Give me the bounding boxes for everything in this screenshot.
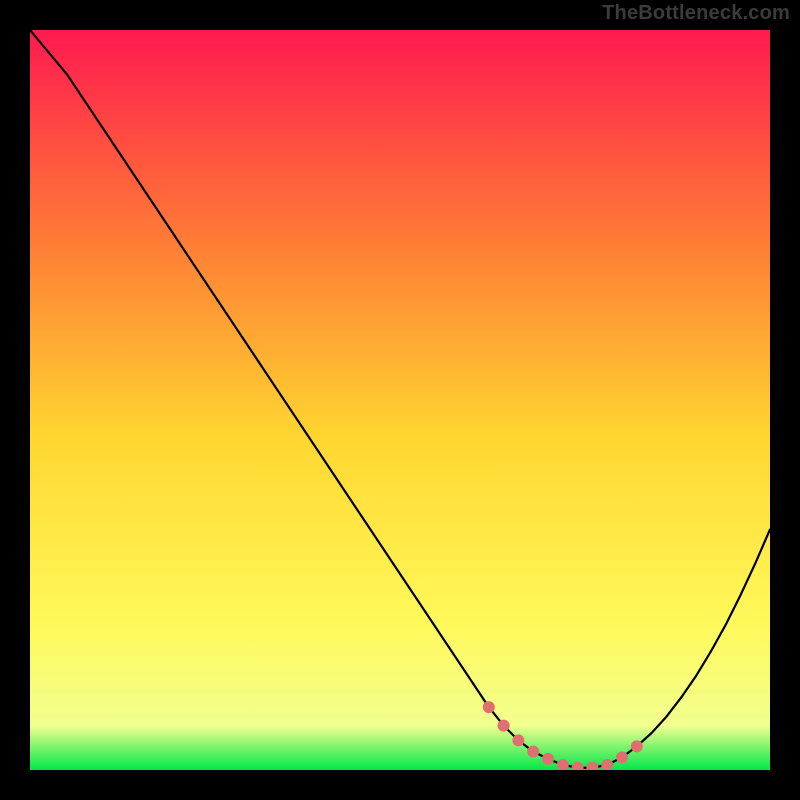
curve-marker: [483, 701, 495, 713]
curve-marker: [616, 751, 628, 763]
chart-frame: TheBottleneck.com: [0, 0, 800, 800]
curve-marker: [527, 746, 539, 758]
curve-marker: [542, 753, 554, 765]
chart-svg: [30, 30, 770, 770]
curve-marker: [512, 734, 524, 746]
curve-marker: [631, 740, 643, 752]
curve-marker: [498, 720, 510, 732]
plot-area: [30, 30, 770, 770]
watermark-text: TheBottleneck.com: [602, 2, 790, 25]
gradient-background: [30, 30, 770, 770]
